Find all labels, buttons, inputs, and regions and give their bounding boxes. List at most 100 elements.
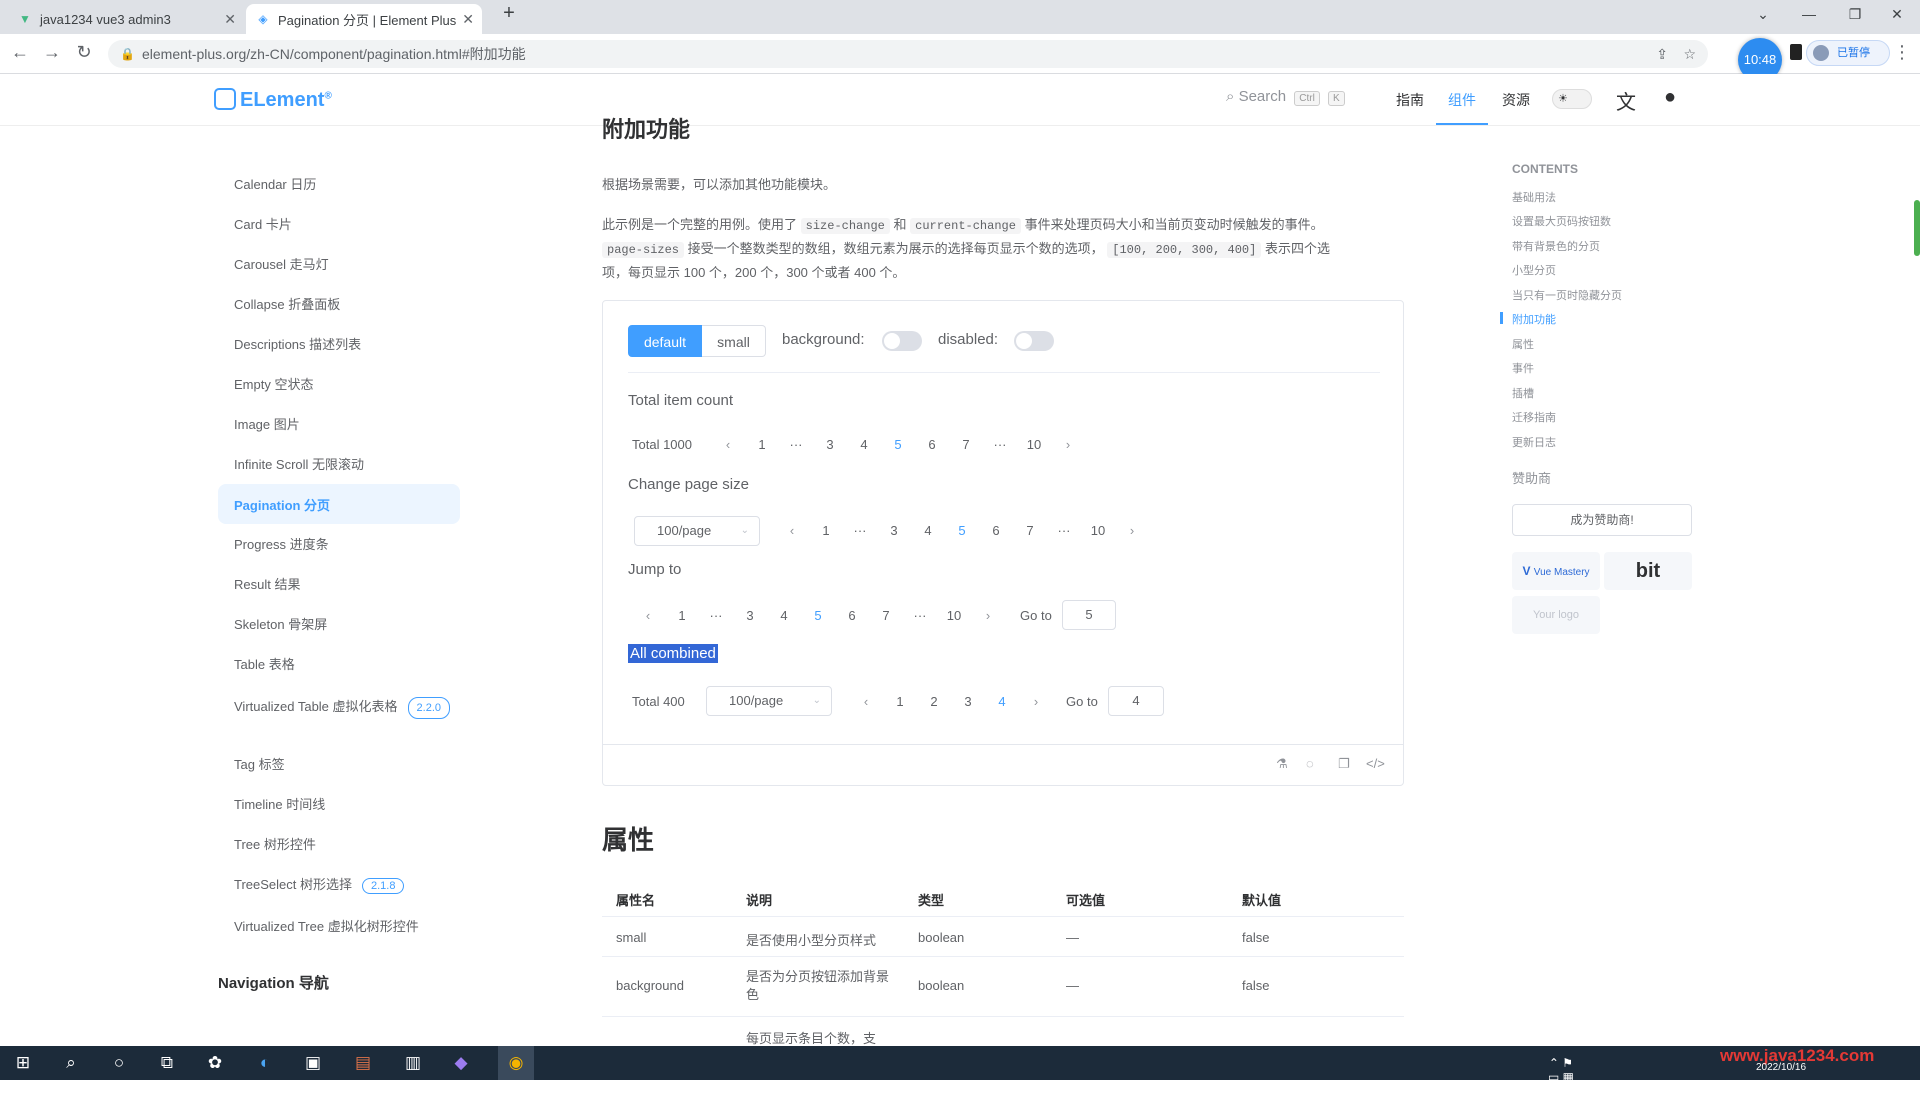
toc-item[interactable]: 事件 <box>1512 360 1534 376</box>
sidebar-item-progress[interactable]: Progress 进度条 <box>234 534 329 553</box>
toc-item[interactable]: 属性 <box>1512 336 1534 352</box>
sidebar-item-tree[interactable]: Tree 树形控件 <box>234 834 316 853</box>
pager-item[interactable]: 2 <box>922 694 946 709</box>
pager-item-active[interactable]: 5 <box>886 437 910 452</box>
app-icon[interactable]: ▤ <box>348 1053 378 1073</box>
goto-input[interactable]: 4 <box>1108 686 1164 716</box>
pager-item[interactable]: 10 <box>1086 523 1110 538</box>
sidebar-item-virtualized-table[interactable]: Virtualized Table 虚拟化表格 2.2.0 <box>234 697 454 719</box>
toc-item[interactable]: 设置最大页码按钮数 <box>1512 213 1611 229</box>
sidebar-item-image[interactable]: Image 图片 <box>234 414 300 433</box>
nav-resource[interactable]: 资源 <box>1502 90 1530 110</box>
pager-item[interactable]: 7 <box>874 608 898 623</box>
app-icon[interactable]: ▥ <box>398 1053 428 1073</box>
app-icon[interactable]: ◆ <box>446 1053 476 1073</box>
size-small-button[interactable]: small <box>702 325 766 357</box>
pager-item[interactable]: 1 <box>750 437 774 452</box>
size-default-button[interactable]: default <box>628 325 702 357</box>
pager-item[interactable]: 7 <box>1018 523 1042 538</box>
new-tab-button[interactable]: + <box>494 2 524 25</box>
pager-item[interactable]: 3 <box>956 694 980 709</box>
sidebar-item-skeleton[interactable]: Skeleton 骨架屏 <box>234 614 327 633</box>
back-icon[interactable]: ← <box>8 42 32 63</box>
pager-more[interactable]: ··· <box>704 608 728 623</box>
pager-item[interactable]: 1 <box>670 608 694 623</box>
minimize-button[interactable]: — <box>1794 6 1824 22</box>
url-input[interactable]: 🔒 element-plus.org/zh-CN/component/pagin… <box>108 40 1708 68</box>
pager-item[interactable]: 6 <box>840 608 864 623</box>
chrome-icon[interactable]: ◉ <box>498 1046 534 1080</box>
prev-page-icon[interactable]: ‹ <box>636 608 660 623</box>
sidebar-item-result[interactable]: Result 结果 <box>234 574 300 593</box>
logo[interactable]: ELement® <box>214 88 332 112</box>
pager-item[interactable]: 10 <box>942 608 966 623</box>
next-page-icon[interactable]: › <box>1024 694 1048 709</box>
app-icon[interactable]: ▣ <box>298 1053 328 1073</box>
tray-icons[interactable]: ⌃ ⚑ ▭ ▦ ● ● 英 <box>1546 1056 1576 1115</box>
sidebar-item-infinite-scroll[interactable]: Infinite Scroll 无限滚动 <box>234 454 364 473</box>
pager-item[interactable]: 4 <box>916 523 940 538</box>
pager-item[interactable]: 7 <box>954 437 978 452</box>
pager-item[interactable]: 6 <box>920 437 944 452</box>
restore-button[interactable]: ❐ <box>1840 6 1870 23</box>
sidebar-item-empty[interactable]: Empty 空状态 <box>234 374 313 393</box>
prev-page-icon[interactable]: ‹ <box>854 694 878 709</box>
next-page-icon[interactable]: › <box>976 608 1000 623</box>
pager-item[interactable]: 3 <box>738 608 762 623</box>
pager-item[interactable]: 3 <box>818 437 842 452</box>
pager-more[interactable]: ··· <box>988 437 1012 452</box>
edge-icon[interactable]: ◐ <box>250 1053 280 1073</box>
windows-start-icon[interactable]: ⊞ <box>8 1053 38 1073</box>
pager-more[interactable]: ··· <box>784 437 808 452</box>
search-icon[interactable]: ⌕ <box>56 1053 86 1073</box>
sponsor-card-bit[interactable]: bit <box>1604 552 1692 590</box>
nav-component[interactable]: 组件 <box>1448 90 1476 110</box>
profile-button[interactable]: 已暂停 <box>1806 40 1890 66</box>
menu-icon[interactable]: ⋮ <box>1890 42 1914 63</box>
playground-icon[interactable]: ⚗ <box>1276 756 1288 772</box>
pager-item[interactable]: 6 <box>984 523 1008 538</box>
sponsor-card-vuemastery[interactable]: V Vue Mastery <box>1512 552 1600 590</box>
browser-tab-admin[interactable]: ▼ java1234 vue3 admin3 ✕ <box>8 4 244 34</box>
reload-icon[interactable]: ↻ <box>72 42 96 63</box>
sidebar-item-table[interactable]: Table 表格 <box>234 654 295 673</box>
pager-more[interactable]: ··· <box>848 523 872 538</box>
next-page-icon[interactable]: › <box>1120 523 1144 538</box>
task-view-icon[interactable]: ⧉ <box>152 1053 182 1073</box>
pager-item[interactable]: 3 <box>882 523 906 538</box>
translate-icon[interactable]: 文 <box>1616 86 1636 115</box>
toc-item-active[interactable]: 附加功能 <box>1512 311 1556 327</box>
pager-item[interactable]: 10 <box>1022 437 1046 452</box>
search-button[interactable]: ⌕ Search Ctrl K <box>1226 88 1345 106</box>
prev-page-icon[interactable]: ‹ <box>780 523 804 538</box>
copy-icon[interactable]: ❐ <box>1338 756 1350 772</box>
pager-item[interactable]: 4 <box>772 608 796 623</box>
toc-item[interactable]: 迁移指南 <box>1512 409 1556 425</box>
toc-item[interactable]: 当只有一页时隐藏分页 <box>1512 287 1622 303</box>
sidebar-item-timeline[interactable]: Timeline 时间线 <box>234 794 325 813</box>
browser-tab-pagination[interactable]: ◈ Pagination 分页 | Element Plus ✕ <box>246 4 482 34</box>
github-icon[interactable]: ◌ <box>1306 756 1314 771</box>
close-icon[interactable]: ✕ <box>462 11 474 28</box>
extension-icon[interactable] <box>1790 44 1802 60</box>
sidebar-item-tag[interactable]: Tag 标签 <box>234 754 285 773</box>
close-icon[interactable]: ✕ <box>224 11 236 28</box>
share-icon[interactable]: ⇪ <box>1656 40 1668 68</box>
pager-item[interactable]: 1 <box>814 523 838 538</box>
background-switch[interactable] <box>882 331 922 351</box>
sidebar-item-treeselect[interactable]: TreeSelect 树形选择 2.1.8 <box>234 874 405 894</box>
toc-item[interactable]: 基础用法 <box>1512 189 1556 205</box>
disabled-switch[interactable] <box>1014 331 1054 351</box>
sidebar-item-collapse[interactable]: Collapse 折叠面板 <box>234 294 340 313</box>
prev-page-icon[interactable]: ‹ <box>716 437 740 452</box>
next-page-icon[interactable]: › <box>1056 437 1080 452</box>
pager-more[interactable]: ··· <box>1052 523 1076 538</box>
close-window-button[interactable]: ✕ <box>1882 6 1912 23</box>
pager-item[interactable]: 1 <box>888 694 912 709</box>
view-source-icon[interactable]: </> <box>1366 756 1385 771</box>
sidebar-item-pagination[interactable]: Pagination 分页 <box>234 495 330 514</box>
pager-item-active[interactable]: 4 <box>990 694 1014 709</box>
goto-input[interactable]: 5 <box>1062 600 1116 630</box>
page-size-select[interactable]: 100/page ⌄ <box>634 516 760 546</box>
pager-item[interactable]: 4 <box>852 437 876 452</box>
